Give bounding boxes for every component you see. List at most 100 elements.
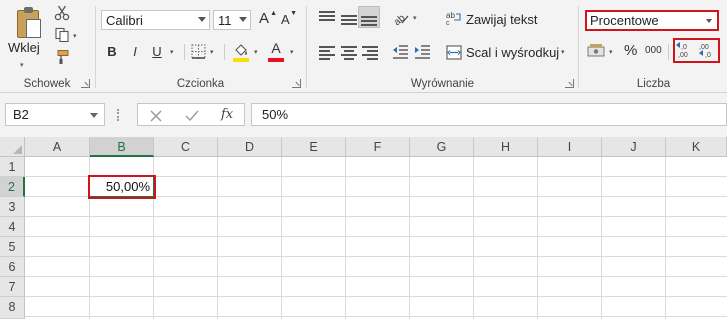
merge-center-dropdown-icon[interactable]: ▾ [561, 48, 565, 56]
column-label: B [117, 140, 126, 154]
column-header-i[interactable]: I [538, 137, 602, 157]
column-header-a[interactable]: A [25, 137, 90, 157]
column-header-c[interactable]: C [154, 137, 218, 157]
font-name-field[interactable]: Calibri [101, 10, 210, 30]
font-color-bar [268, 58, 284, 62]
alignment-group-label: Wyrównanie [410, 78, 475, 90]
column-header-e[interactable]: E [282, 137, 346, 157]
select-all-corner[interactable] [0, 137, 25, 157]
formula-input[interactable]: 50% [251, 103, 727, 126]
accounting-format-icon[interactable] [587, 43, 607, 59]
separator [184, 44, 185, 60]
row-header-5[interactable]: 5 [0, 237, 25, 257]
number-format-dropdown[interactable]: Procentowe [585, 10, 719, 31]
spreadsheet-grid[interactable]: A B C D E F G H I J K 1 2 3 4 5 6 7 8 50… [0, 137, 727, 319]
gridline [473, 157, 474, 319]
underline-button[interactable]: U [148, 42, 166, 62]
gridline [345, 157, 346, 319]
underline-dropdown-icon[interactable]: ▾ [170, 48, 174, 56]
clipboard-launcher-icon[interactable] [81, 79, 90, 88]
font-name-dropdown-icon[interactable] [198, 17, 206, 22]
formula-bar-splitter[interactable] [117, 109, 120, 121]
align-middle-icon[interactable] [341, 12, 357, 26]
formula-bar: B2 fx 50% [0, 93, 727, 137]
align-center-icon[interactable] [341, 45, 357, 60]
gridline [25, 316, 727, 317]
font-size-field[interactable]: 11 [213, 10, 251, 30]
row-header-4[interactable]: 4 [0, 217, 25, 237]
align-left-icon[interactable] [319, 45, 335, 60]
row-header-3[interactable]: 3 [0, 197, 25, 217]
enter-icon[interactable] [185, 110, 199, 122]
column-header-j[interactable]: J [602, 137, 666, 157]
column-header-g[interactable]: G [410, 137, 474, 157]
comma-style-button[interactable]: 000 [645, 45, 662, 56]
align-right-icon[interactable] [362, 45, 378, 60]
column-label: H [500, 140, 511, 154]
column-label: E [309, 140, 318, 154]
row-header-7[interactable]: 7 [0, 277, 25, 297]
column-label: I [567, 140, 572, 154]
paste-button[interactable]: Wklej [6, 4, 46, 64]
row-header-1[interactable]: 1 [0, 157, 25, 177]
number-format-dropdown-icon[interactable] [706, 19, 712, 23]
gridline [25, 276, 727, 277]
svg-text:ab: ab [446, 11, 455, 20]
font-color-dropdown-icon[interactable]: ▾ [290, 48, 294, 56]
accounting-format-dropdown-icon[interactable]: ▾ [609, 48, 613, 56]
name-box[interactable]: B2 [5, 103, 105, 126]
shrink-font-label: A [281, 12, 290, 27]
align-bottom-button[interactable] [358, 6, 380, 28]
row-header-6[interactable]: 6 [0, 257, 25, 277]
font-launcher-icon[interactable] [292, 79, 301, 88]
insert-function-button[interactable]: fx [221, 107, 233, 122]
row-label: 1 [8, 160, 16, 174]
increase-indent-icon[interactable] [414, 44, 431, 60]
orientation-icon[interactable]: ab [392, 10, 410, 26]
cancel-icon[interactable] [150, 110, 162, 122]
borders-dropdown-icon[interactable]: ▾ [210, 48, 214, 56]
italic-button[interactable]: I [126, 42, 144, 62]
orientation-dropdown-icon[interactable]: ▾ [413, 14, 417, 22]
column-header-k[interactable]: K [666, 137, 727, 157]
insert-function-label: fx [221, 107, 234, 122]
font-name-value: Calibri [106, 13, 143, 28]
font-group: Calibri 11 A ▲ A ▼ B I U ▾ ▾ ▾ A ▾ Czcio… [96, 0, 305, 93]
alignment-group: ab ▾ ab c Zawijaj tekst Scal i wyśrodkuj… [307, 0, 578, 93]
copy-dropdown-icon[interactable]: ▾ [73, 32, 77, 40]
ribbon: Wklej ▾ ▾ Schowek Calibri 11 A ▲ A ▼ B I… [0, 0, 727, 93]
decrease-decimal-icon[interactable]: ,00 ,0 [697, 41, 717, 59]
decrease-indent-icon[interactable] [392, 44, 409, 60]
font-size-dropdown-icon[interactable] [239, 17, 247, 22]
alignment-launcher-icon[interactable] [565, 79, 574, 88]
copy-icon[interactable] [54, 27, 70, 43]
number-format-value: Procentowe [590, 13, 659, 28]
row-label: 8 [8, 300, 16, 314]
paste-dropdown-icon[interactable]: ▾ [20, 61, 24, 69]
grow-font-button[interactable]: A ▲ [259, 10, 277, 30]
column-label: J [630, 140, 637, 154]
percent-style-button[interactable]: % [624, 42, 637, 59]
name-box-dropdown-icon[interactable] [90, 113, 98, 118]
increase-decimal-icon[interactable]: ,0 ,00 [675, 41, 695, 59]
shrink-font-button[interactable]: A ▼ [281, 10, 297, 32]
row-header-8[interactable]: 8 [0, 297, 25, 319]
column-header-h[interactable]: H [474, 137, 538, 157]
column-header-b[interactable]: B [90, 137, 154, 157]
svg-text:,0: ,0 [705, 52, 711, 59]
format-painter-icon[interactable] [54, 49, 70, 65]
borders-icon[interactable] [191, 44, 206, 59]
font-color-button[interactable]: A [267, 40, 285, 60]
gridline [217, 157, 218, 319]
align-top-icon[interactable] [319, 10, 335, 24]
scissors-icon[interactable] [54, 5, 70, 21]
column-header-d[interactable]: D [218, 137, 282, 157]
bold-button[interactable]: B [103, 42, 121, 62]
column-header-f[interactable]: F [346, 137, 410, 157]
fill-color-dropdown-icon[interactable]: ▾ [254, 48, 258, 56]
merge-center-button[interactable]: Scal i wyśrodkuj ▾ [446, 42, 570, 64]
font-color-label: A [271, 40, 281, 56]
gridline [409, 157, 410, 319]
wrap-text-button[interactable]: ab c Zawijaj tekst [446, 8, 546, 30]
row-header-2[interactable]: 2 [0, 177, 25, 197]
